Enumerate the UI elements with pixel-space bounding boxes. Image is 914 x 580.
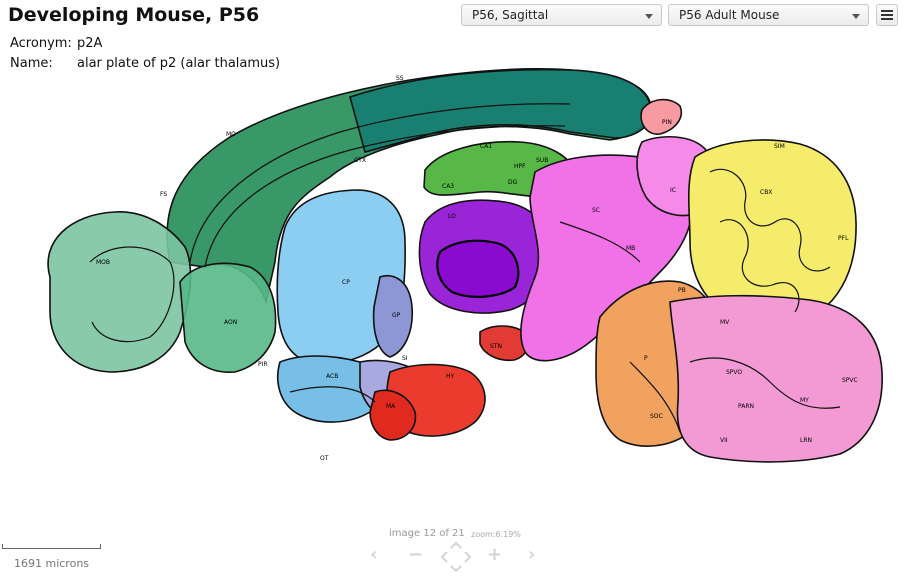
label-cp: CP — [342, 279, 350, 286]
label-pir: PIR — [258, 361, 268, 368]
label-cbx: CBX — [760, 189, 772, 196]
label-ctx: CTX — [354, 157, 366, 164]
label-ss: SS — [396, 75, 404, 82]
label-stn: STN — [490, 343, 502, 350]
label-ca3: CA3 — [442, 183, 454, 190]
label-spvc: SPVC — [842, 377, 858, 384]
acronym-label: Acronym: — [10, 36, 72, 51]
label-mb: MB — [626, 245, 635, 252]
label-soc: SOC — [650, 413, 663, 420]
reference-select-value: P56 Adult Mouse — [679, 8, 780, 22]
label-hy: HY — [446, 373, 455, 380]
acronym-value: p2A — [77, 36, 103, 51]
label-pfl: PFL — [838, 235, 849, 242]
image-counter: image 12 of 21 — [389, 528, 465, 539]
region-aon — [179, 262, 277, 373]
plane-select[interactable]: P56, Sagittal — [461, 4, 662, 26]
label-sub: SUB — [536, 157, 548, 164]
label-p: P — [644, 355, 648, 362]
page-title: Developing Mouse, P56 — [8, 4, 260, 26]
label-mob: MOB — [96, 259, 110, 266]
label-pin: PIN — [662, 119, 672, 126]
region-olfactory-bulb — [47, 211, 192, 373]
zoom-in-icon[interactable]: + — [487, 546, 502, 564]
label-sc: SC — [592, 207, 600, 214]
zoom-out-icon[interactable]: − — [408, 546, 423, 564]
region-thalamus-alar-p2 — [436, 239, 520, 298]
label-ic: IC — [670, 187, 676, 194]
menu-button[interactable] — [876, 4, 898, 26]
label-sim: SIM — [774, 143, 785, 150]
chevron-down-icon — [852, 14, 860, 19]
label-si: SI — [402, 355, 408, 362]
label-lo: LO — [448, 213, 456, 220]
label-aon: AON — [224, 319, 237, 326]
chevron-left-icon[interactable]: ‹ — [370, 546, 377, 564]
pan-icon[interactable] — [439, 540, 473, 574]
chevron-down-icon — [645, 14, 653, 19]
label-dg: DG — [508, 179, 518, 186]
atlas-image[interactable]: CTX SS MO FS CA1 HPF DG CA3 SUB PIN IC S… — [30, 62, 890, 467]
label-hpf: HPF — [514, 163, 526, 170]
label-mo: MO — [226, 131, 236, 138]
scale-bar — [2, 544, 101, 549]
scale-text: 1691 microns — [14, 557, 90, 570]
reference-select[interactable]: P56 Adult Mouse — [668, 4, 869, 26]
label-spvo: SPVO — [726, 369, 742, 376]
acronym-row: Acronym: p2A — [10, 36, 102, 51]
region-pin — [640, 98, 682, 135]
label-pb: PB — [678, 287, 686, 294]
label-ma: MA — [386, 403, 396, 410]
label-lrn: LRN — [800, 437, 812, 444]
label-fs: FS — [160, 191, 167, 198]
label-my: MY — [800, 397, 809, 404]
label-parn: PARN — [738, 403, 754, 410]
plane-select-value: P56, Sagittal — [472, 8, 549, 22]
label-mv: MV — [720, 319, 730, 326]
label-ot: OT — [320, 455, 329, 462]
chevron-right-icon[interactable]: › — [528, 546, 535, 564]
label-gp: GP — [392, 312, 401, 319]
zoom-level: zoom:6.19% — [471, 530, 521, 539]
label-vii: VII — [720, 437, 728, 444]
label-ca1: CA1 — [480, 143, 492, 150]
label-acb: ACB — [326, 373, 338, 380]
